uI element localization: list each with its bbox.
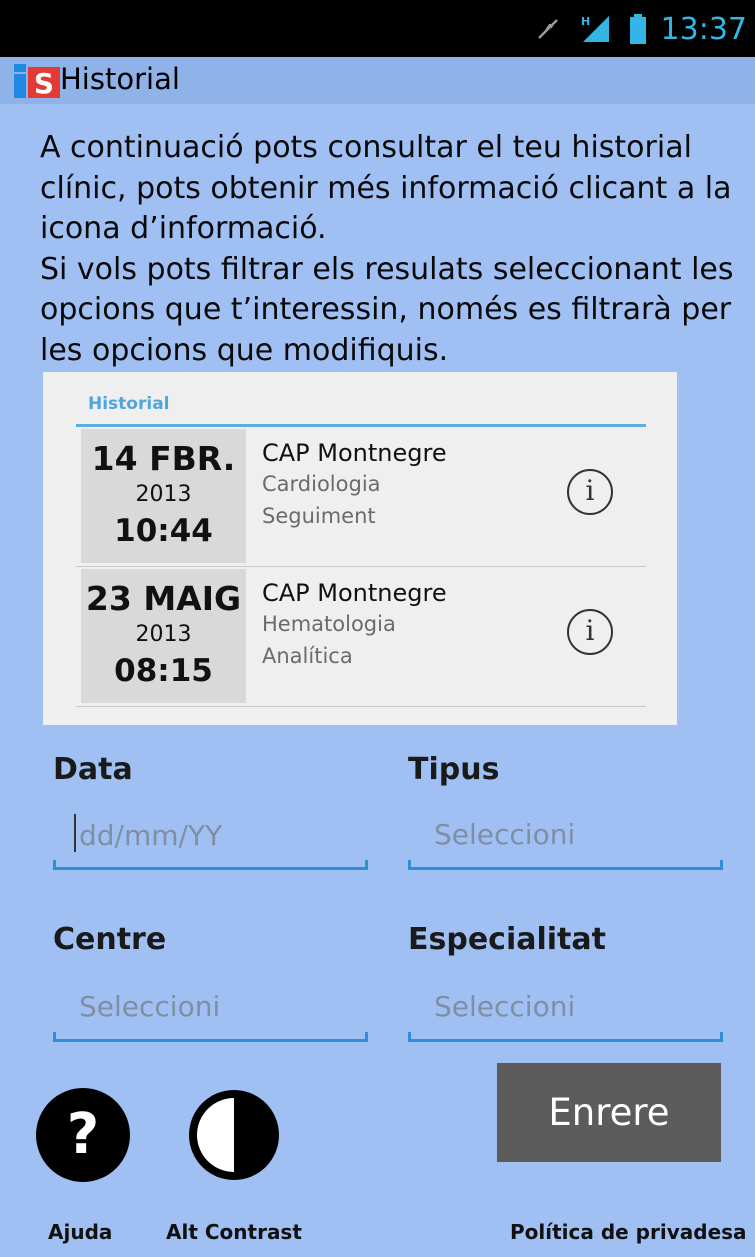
type-label: Tipus: [408, 752, 500, 787]
status-time: 13:37: [660, 11, 747, 47]
privacy-policy-link[interactable]: Política de privadesa: [510, 1220, 747, 1244]
center-select-tick-right: [365, 1032, 368, 1042]
text-cursor: [74, 814, 76, 852]
specialty-select-tick-left: [408, 1032, 411, 1042]
entry-day: 14 FBR.: [91, 439, 236, 478]
entry-center: CAP Montnegre: [262, 579, 447, 607]
history-entry[interactable]: 23 MAIG 2013 08:15 CAP Montnegre Hematol…: [76, 569, 646, 707]
status-icons: H 13:37: [535, 10, 747, 48]
history-card-divider: [76, 424, 646, 427]
battery-icon: [629, 14, 646, 44]
center-select[interactable]: Seleccioni: [53, 982, 368, 1042]
action-bar: S Historial: [0, 57, 755, 104]
signal-icon: H: [581, 15, 609, 42]
status-bar: H 13:37: [0, 0, 755, 57]
type-select-underline: [408, 867, 723, 870]
center-label: Centre: [53, 922, 167, 957]
date-field[interactable]: [53, 810, 368, 870]
svg-text:S: S: [34, 67, 54, 98]
type-select[interactable]: Seleccioni: [408, 810, 723, 870]
entry-year: 2013: [135, 622, 192, 647]
entry-date-box: 23 MAIG 2013 08:15: [81, 569, 246, 703]
help-icon[interactable]: ?: [36, 1088, 130, 1182]
center-select-tick-left: [53, 1032, 56, 1042]
specialty-select-value[interactable]: Seleccioni: [408, 982, 723, 1032]
specialty-label: Especialitat: [408, 922, 606, 957]
center-select-underline: [53, 1039, 368, 1042]
app-logo-icon: S: [14, 64, 60, 98]
date-field-tick-right: [365, 860, 368, 870]
entry-center: CAP Montnegre: [262, 439, 447, 467]
entry-divider: [76, 565, 646, 567]
history-card-title: Historial: [88, 394, 170, 414]
center-select-value[interactable]: Seleccioni: [53, 982, 368, 1032]
back-button[interactable]: Enrere: [497, 1063, 721, 1162]
date-field-tick-left: [53, 860, 56, 870]
contrast-icon[interactable]: [187, 1088, 281, 1182]
entry-year: 2013: [135, 482, 192, 507]
specialty-select[interactable]: Seleccioni: [408, 982, 723, 1042]
help-label[interactable]: Ajuda: [48, 1220, 112, 1244]
page-title: Historial: [60, 62, 180, 96]
entry-type: Seguiment: [262, 504, 376, 528]
mute-icon: [537, 19, 558, 39]
type-select-tick-right: [720, 860, 723, 870]
contrast-label[interactable]: Alt Contrast: [166, 1220, 302, 1244]
specialty-select-tick-right: [720, 1032, 723, 1042]
specialty-select-underline: [408, 1039, 723, 1042]
entry-divider: [76, 705, 646, 707]
type-select-value[interactable]: Seleccioni: [408, 810, 723, 860]
entry-day: 23 MAIG: [85, 579, 242, 618]
question-mark-glyph: ?: [66, 1102, 100, 1167]
history-entry[interactable]: 14 FBR. 2013 10:44 CAP Montnegre Cardiol…: [76, 429, 646, 567]
date-field-underline: [53, 867, 368, 870]
svg-text:H: H: [581, 15, 590, 28]
intro-paragraph-2: Si vols pots filtrar els resulats selecc…: [40, 251, 734, 368]
intro-text: A continuació pots consultar el teu hist…: [40, 128, 740, 371]
entry-specialty: Hematologia: [262, 612, 396, 636]
type-select-tick-left: [408, 860, 411, 870]
date-label: Data: [53, 752, 133, 787]
history-card: Historial 14 FBR. 2013 10:44 CAP Montneg…: [43, 372, 677, 725]
entry-time: 08:15: [114, 653, 213, 689]
date-input[interactable]: [53, 810, 368, 860]
entry-specialty: Cardiologia: [262, 472, 381, 496]
entry-date-box: 14 FBR. 2013 10:44: [81, 429, 246, 563]
entry-type: Analítica: [262, 644, 353, 668]
info-icon[interactable]: i: [567, 609, 613, 655]
info-icon[interactable]: i: [567, 469, 613, 515]
entry-time: 10:44: [114, 513, 213, 549]
intro-paragraph-1: A continuació pots consultar el teu hist…: [40, 130, 732, 246]
